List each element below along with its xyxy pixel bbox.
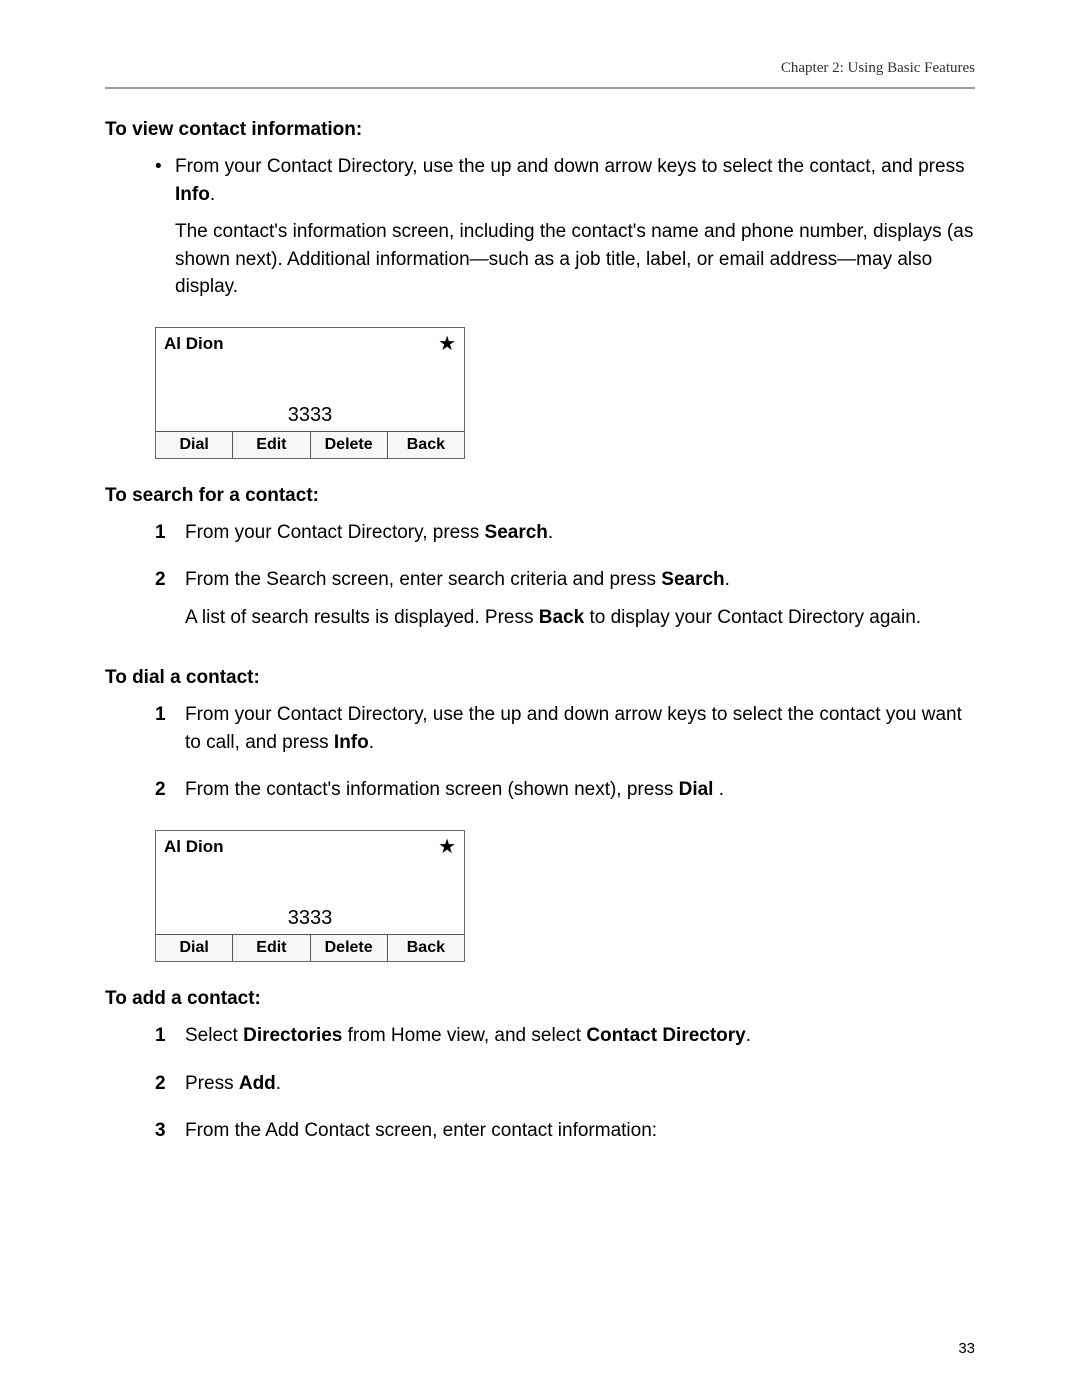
star-icon: ★ (438, 334, 456, 354)
text: From the Search screen, enter search cri… (185, 569, 661, 590)
heading-dial-contact: To dial a contact: (105, 667, 975, 689)
bold-directories: Directories (243, 1025, 342, 1046)
list-item: 2 From the contact's information screen … (155, 776, 975, 814)
text: From your Contact Directory, use the up … (175, 156, 965, 177)
softkey-edit[interactable]: Edit (233, 935, 310, 961)
softkey-dial[interactable]: Dial (156, 935, 233, 961)
text: . (369, 732, 374, 753)
screen-top: Al Dion ★ (156, 831, 464, 907)
item-body: From your Contact Directory, press Searc… (185, 519, 975, 557)
heading-search-contact: To search for a contact: (105, 485, 975, 507)
contact-name: Al Dion (164, 334, 224, 354)
text: . (746, 1025, 751, 1046)
list-item: 1 From your Contact Directory, press Sea… (155, 519, 975, 557)
softkey-back[interactable]: Back (388, 935, 464, 961)
contact-number: 3333 (156, 404, 464, 431)
item-body: From the contact's information screen (s… (185, 776, 975, 814)
bold-search: Search (485, 522, 548, 543)
number-marker: 2 (155, 776, 185, 814)
text: From the contact's information screen (s… (185, 779, 679, 800)
screen-top: Al Dion ★ (156, 328, 464, 404)
page-header: Chapter 2: Using Basic Features (105, 60, 975, 77)
number-marker: 3 (155, 1117, 185, 1155)
text: . (725, 569, 730, 590)
softkey-delete[interactable]: Delete (311, 935, 388, 961)
list-item: 2 From the Search screen, enter search c… (155, 566, 975, 641)
item-body: From your Contact Directory, use the up … (185, 701, 975, 766)
item-body: Select Directories from Home view, and s… (185, 1022, 975, 1060)
softkey-back[interactable]: Back (388, 432, 464, 458)
bold-back: Back (539, 607, 584, 628)
text: Select (185, 1025, 243, 1046)
contact-info-screen: Al Dion ★ 3333 Dial Edit Delete Back (155, 830, 465, 962)
bold-contact-directory: Contact Directory (586, 1025, 745, 1046)
bold-dial: Dial (679, 779, 714, 800)
header-rule (105, 87, 975, 89)
bold-info: Info (334, 732, 369, 753)
text: From your Contact Directory, use the up … (185, 704, 962, 753)
bold-info: Info (175, 184, 210, 205)
bold-search: Search (661, 569, 724, 590)
text: From the Add Contact screen, enter conta… (185, 1117, 975, 1145)
text: . (548, 522, 553, 543)
text: to display your Contact Directory again. (584, 607, 921, 628)
list-item: 1 Select Directories from Home view, and… (155, 1022, 975, 1060)
text: A list of search results is displayed. P… (185, 607, 539, 628)
contact-info-screen: Al Dion ★ 3333 Dial Edit Delete Back (155, 327, 465, 459)
contact-name: Al Dion (164, 837, 224, 857)
softkey-row: Dial Edit Delete Back (156, 934, 464, 961)
text: from Home view, and select (342, 1025, 586, 1046)
bullet-list-view-contact: • From your Contact Directory, use the u… (105, 153, 975, 311)
item-body: From your Contact Directory, use the up … (175, 153, 975, 311)
text: . (210, 184, 215, 205)
number-marker: 2 (155, 566, 185, 641)
softkey-dial[interactable]: Dial (156, 432, 233, 458)
num-list-search: 1 From your Contact Directory, press Sea… (105, 519, 975, 642)
bullet-icon: • (155, 153, 175, 311)
text: . (713, 779, 724, 800)
paragraph: The contact's information screen, includ… (175, 218, 975, 301)
text: Press (185, 1073, 239, 1094)
item-body: From the Add Contact screen, enter conta… (185, 1117, 975, 1155)
number-marker: 1 (155, 701, 185, 766)
bold-add: Add (239, 1073, 276, 1094)
number-marker: 1 (155, 1022, 185, 1060)
list-item: 3 From the Add Contact screen, enter con… (155, 1117, 975, 1155)
softkey-row: Dial Edit Delete Back (156, 431, 464, 458)
heading-add-contact: To add a contact: (105, 988, 975, 1010)
list-item: 1 From your Contact Directory, use the u… (155, 701, 975, 766)
item-body: From the Search screen, enter search cri… (185, 566, 975, 641)
number-marker: 2 (155, 1070, 185, 1108)
softkey-delete[interactable]: Delete (311, 432, 388, 458)
softkey-edit[interactable]: Edit (233, 432, 310, 458)
contact-number: 3333 (156, 907, 464, 934)
page-number: 33 (958, 1340, 975, 1357)
num-list-dial: 1 From your Contact Directory, use the u… (105, 701, 975, 814)
text: . (276, 1073, 281, 1094)
heading-view-contact: To view contact information: (105, 119, 975, 141)
list-item: • From your Contact Directory, use the u… (155, 153, 975, 311)
num-list-add: 1 Select Directories from Home view, and… (105, 1022, 975, 1155)
star-icon: ★ (438, 837, 456, 857)
text: From your Contact Directory, press (185, 522, 485, 543)
list-item: 2 Press Add. (155, 1070, 975, 1108)
number-marker: 1 (155, 519, 185, 557)
item-body: Press Add. (185, 1070, 975, 1108)
